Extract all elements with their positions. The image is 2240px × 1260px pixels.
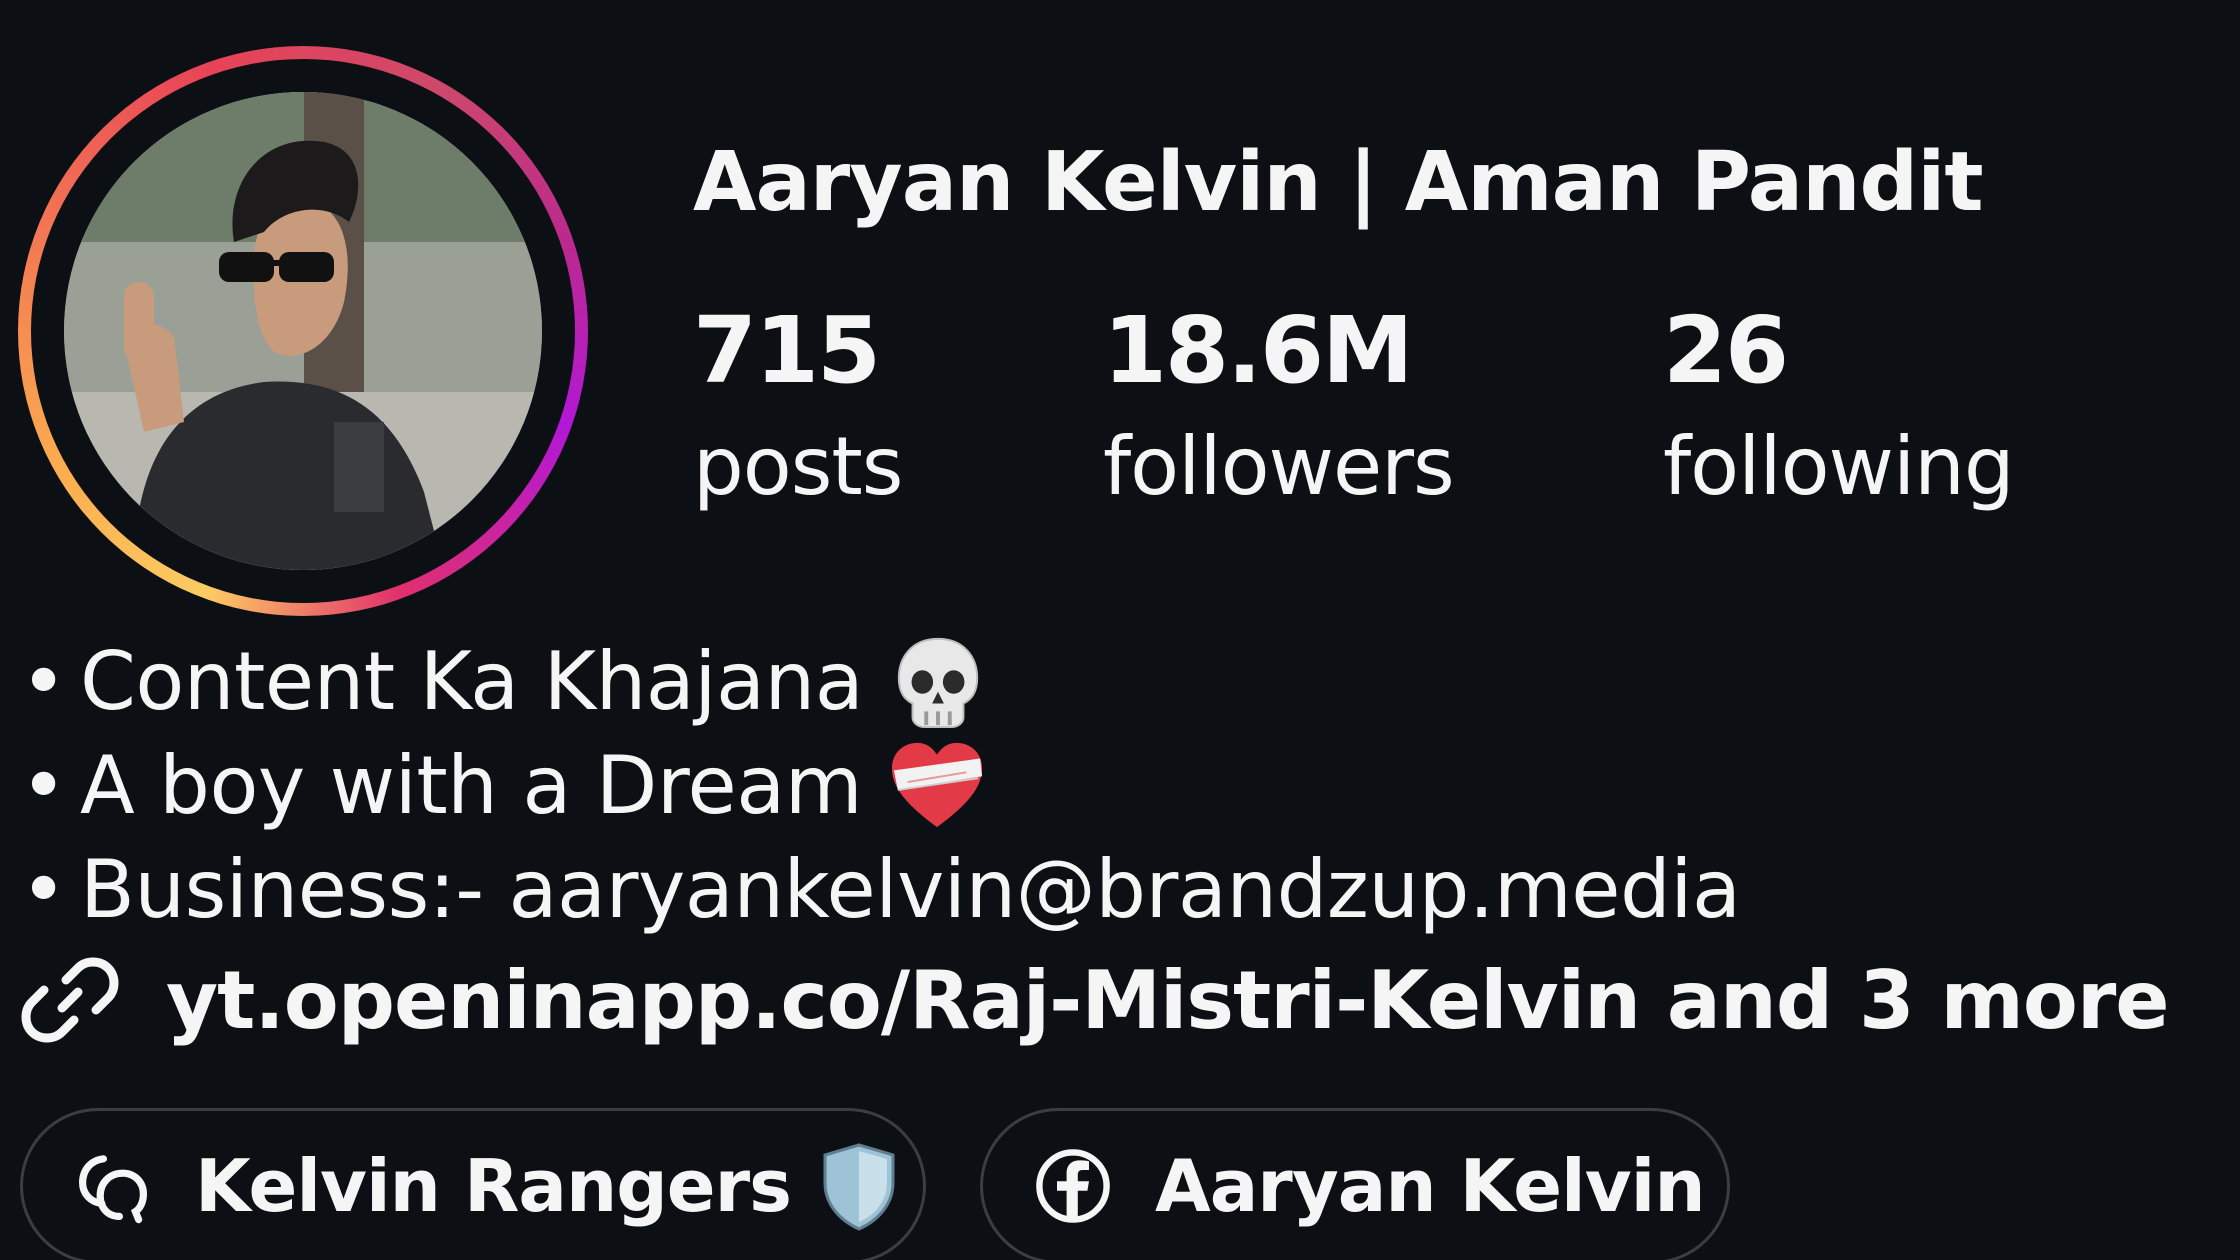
threads-chip[interactable]: Kelvin Rangers	[20, 1108, 926, 1260]
bullet: •	[20, 739, 67, 832]
following-label: following	[1663, 420, 2015, 513]
threads-chip-label: Kelvin Rangers	[195, 1144, 792, 1228]
following-count: 26	[1663, 297, 1789, 404]
avatar-story-ring[interactable]	[18, 46, 588, 616]
bio-line: • A boy with a Dream	[20, 734, 1741, 838]
facebook-icon	[1036, 1149, 1110, 1223]
mending-heart-icon	[892, 742, 983, 828]
bio-line-text: A boy with a Dream	[80, 739, 863, 832]
bio: • Content Ka Khajana • A boy with a Drea…	[20, 630, 1741, 942]
posts-count: 715	[693, 297, 881, 404]
following-stat[interactable]: 26 following	[1663, 297, 2015, 513]
business-email[interactable]: Business:- aaryankelvin@brandzup.media	[80, 838, 1741, 942]
facebook-chip[interactable]: Aaryan Kelvin	[980, 1108, 1730, 1260]
facebook-chip-label: Aaryan Kelvin	[1155, 1144, 1706, 1228]
skull-icon	[898, 637, 979, 729]
bullet: •	[20, 635, 67, 728]
avatar[interactable]	[64, 92, 542, 570]
posts-stat[interactable]: 715 posts	[693, 297, 903, 513]
bullet: •	[20, 843, 67, 936]
bio-line-text: Content Ka Khajana	[80, 635, 864, 728]
bio-link-text[interactable]: yt.openinapp.co/Raj-Mistri-Kelvin and 3 …	[166, 954, 2170, 1047]
posts-label: posts	[693, 420, 903, 513]
threads-icon	[78, 1155, 148, 1224]
profile-header: Aaryan Kelvin | Aman Pandit 715 posts 18…	[0, 0, 2240, 1260]
bio-line: • Business:- aaryankelvin@brandzup.media	[20, 838, 1741, 942]
link-icon	[21, 957, 119, 1043]
avatar-photo-illustration	[64, 92, 542, 570]
followers-label: followers	[1103, 420, 1455, 513]
bio-line: • Content Ka Khajana	[20, 630, 1741, 734]
followers-count: 18.6M	[1103, 297, 1414, 404]
shield-icon	[823, 1143, 895, 1231]
profile-name: Aaryan Kelvin | Aman Pandit	[693, 135, 1984, 230]
followers-stat[interactable]: 18.6M followers	[1103, 297, 1455, 513]
bio-link[interactable]: yt.openinapp.co/Raj-Mistri-Kelvin and 3 …	[20, 950, 2170, 1050]
